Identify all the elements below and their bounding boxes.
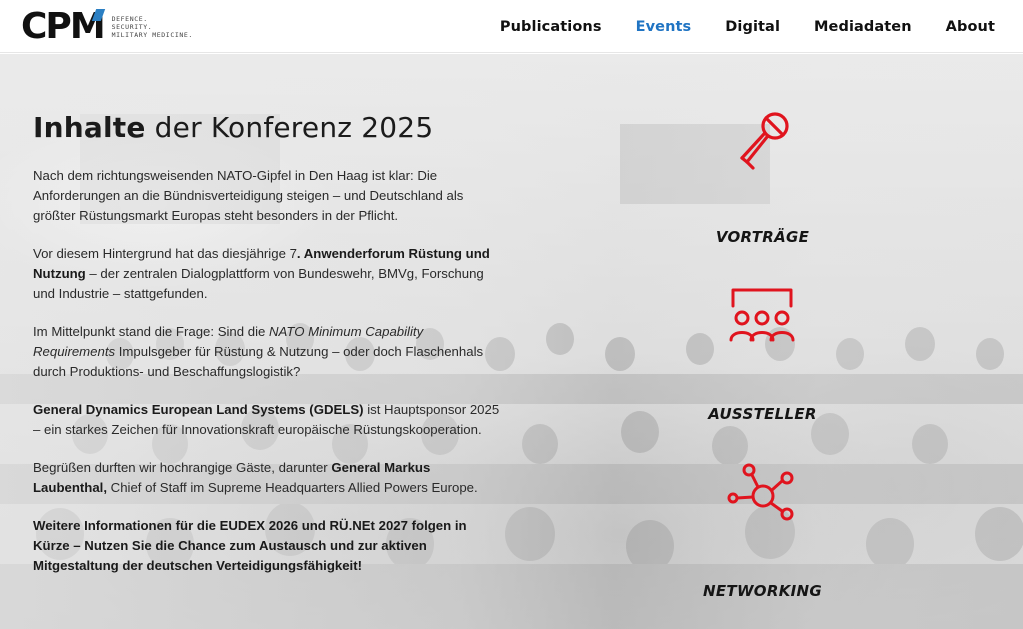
paragraph-outlook: Weitere Informationen für die EUDEX 2026… [33, 518, 467, 573]
p5-text-c: Chief of Staff im Supreme Headquarters A… [107, 480, 478, 495]
p3-text-a: Im Mittelpunkt stand die Frage: Sind die [33, 324, 270, 339]
main-nav: Publications Events Digital Mediadaten A… [500, 0, 995, 53]
tagline-line: DEFENCE. [111, 15, 148, 23]
nav-publications[interactable]: Publications [500, 19, 602, 35]
feature-label-aussteller: AUSSTELLER [708, 405, 817, 423]
paragraph-forum: Vor diesem Hintergrund hat das diesjähri… [33, 244, 503, 304]
p2-text-c: – der zentralen Dialogplattform von Bund… [33, 266, 484, 301]
paragraph-intro: Nach dem richtungsweisenden NATO-Gipfel … [33, 168, 464, 223]
logo-wordmark: CPM [21, 6, 106, 47]
feature-label-networking: NETWORKING [703, 582, 822, 600]
p4-text-bold: General Dynamics European Land Systems (… [33, 402, 364, 417]
audience-icon [729, 288, 795, 342]
feature-column: VORTRÄGE AUSSTELLER NETWORKING [680, 54, 845, 629]
title-rest: der Konferenz 2025 [145, 111, 434, 144]
paragraph-sponsor: General Dynamics European Land Systems (… [33, 400, 503, 440]
tagline-line: MILITARY MEDICINE. [111, 31, 193, 39]
p5-text-a: Begrüßen durften wir hochrangige Gäste, … [33, 460, 332, 475]
nav-digital[interactable]: Digital [725, 19, 780, 35]
cpm-logo[interactable]: CPM DEFENCE. SECURITY. MILITARY MEDICINE… [21, 6, 193, 47]
conference-hero: Inhalte der Konferenz 2025 Nach dem rich… [0, 54, 1023, 629]
nav-mediadaten[interactable]: Mediadaten [814, 19, 912, 35]
p2-text-a: Vor diesem Hintergrund hat das diesjähri… [33, 246, 297, 261]
tagline-line: SECURITY. [111, 23, 153, 31]
nav-about[interactable]: About [946, 19, 995, 35]
network-icon [727, 463, 794, 521]
logo-tagline: DEFENCE. SECURITY. MILITARY MEDICINE. [112, 15, 193, 39]
conference-content: Inhalte der Konferenz 2025 Nach dem rich… [33, 111, 503, 576]
paragraph-guests: Begrüßen durften wir hochrangige Gäste, … [33, 458, 503, 498]
paragraph-question: Im Mittelpunkt stand die Frage: Sind die… [33, 322, 503, 382]
title-bold: Inhalte [33, 111, 146, 144]
page-title: Inhalte der Konferenz 2025 [33, 111, 503, 144]
microphone-icon [740, 112, 789, 170]
nav-events[interactable]: Events [636, 19, 692, 35]
site-header: CPM DEFENCE. SECURITY. MILITARY MEDICINE… [0, 0, 1023, 53]
feature-label-vortraege: VORTRÄGE [715, 228, 810, 246]
